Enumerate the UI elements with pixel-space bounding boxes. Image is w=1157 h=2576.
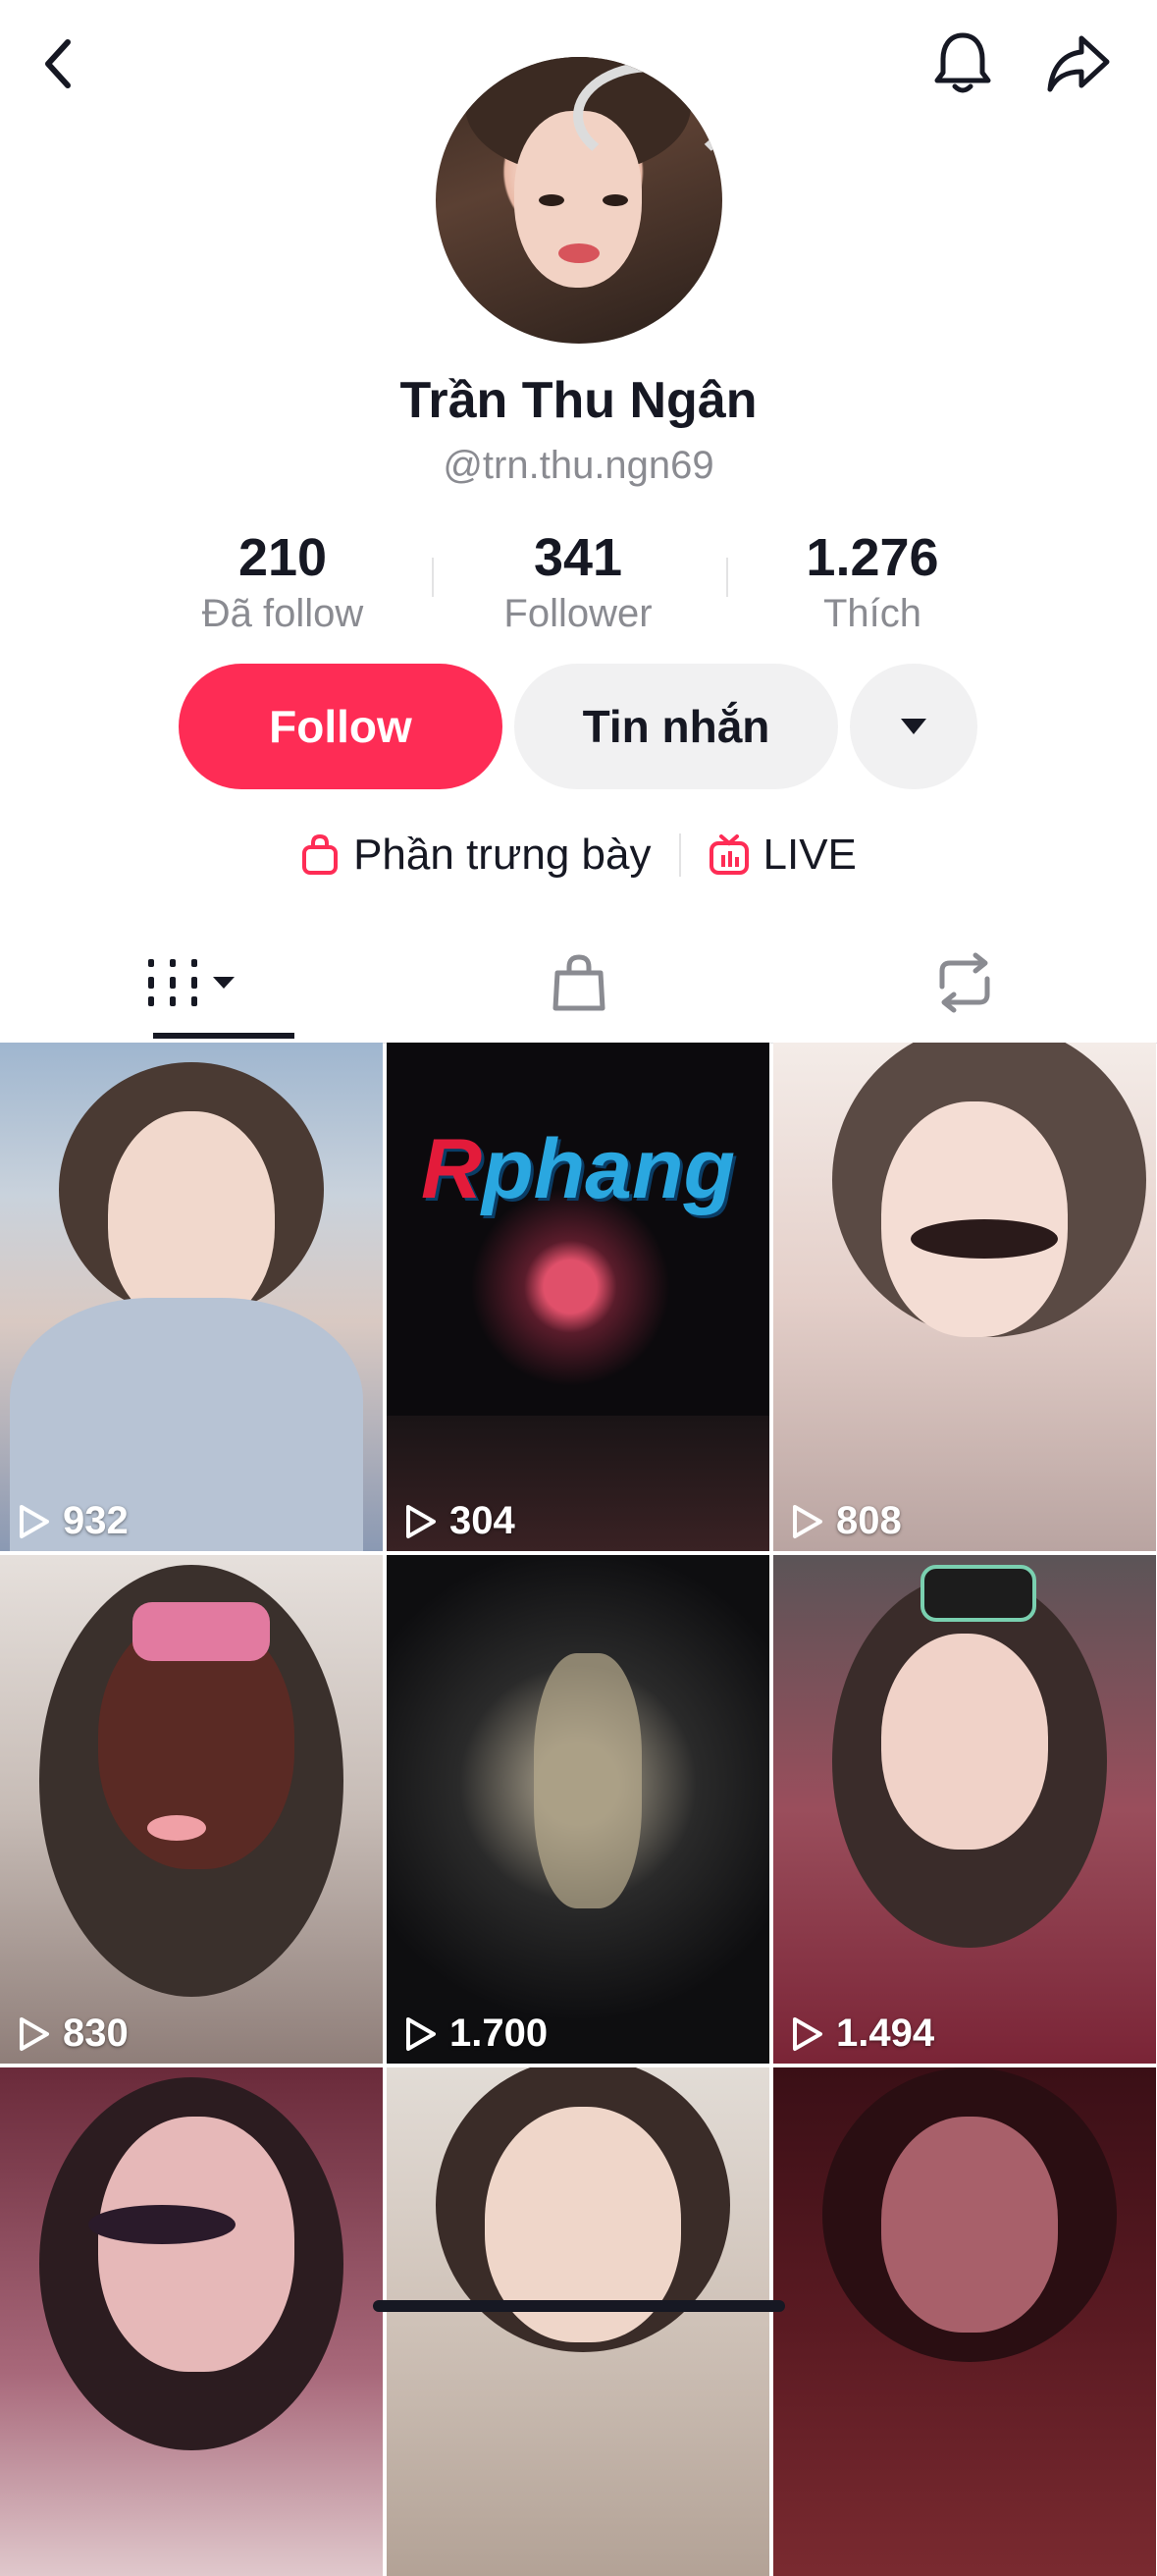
stat-followers[interactable]: 341 Follower	[431, 526, 725, 638]
share-arrow-icon	[1047, 35, 1110, 92]
video-overlay-text: Rphang	[420, 1122, 736, 1216]
play-icon	[406, 2016, 436, 2051]
view-count-text: 932	[63, 1499, 129, 1542]
view-count: 932	[18, 1499, 129, 1543]
view-count: 808	[791, 1499, 902, 1543]
video-thumbnail[interactable]: 1.700	[387, 1555, 769, 2064]
play-icon	[20, 2016, 49, 2051]
view-count: 1.700	[404, 2012, 548, 2056]
view-count-text: 808	[836, 1499, 902, 1542]
chevron-left-icon	[45, 39, 71, 88]
tab-shop[interactable]	[386, 923, 771, 1043]
followers-label: Follower	[503, 592, 653, 635]
stat-following[interactable]: 210 Đã follow	[135, 526, 430, 638]
tab-videos[interactable]	[0, 923, 386, 1043]
video-thumbnail[interactable]: Rphang 304	[387, 1043, 769, 1551]
video-thumbnail[interactable]	[387, 2067, 769, 2576]
video-thumbnail[interactable]: 808	[773, 1043, 1156, 1551]
notification-bell-button[interactable]	[928, 29, 997, 98]
video-thumbnail[interactable]	[773, 2067, 1156, 2576]
play-icon	[793, 1504, 822, 1538]
link-divider	[678, 833, 681, 877]
username: @trn.thu.ngn69	[443, 444, 714, 487]
video-thumbnail[interactable]: 1.494	[773, 1555, 1156, 2064]
showcase-link[interactable]: Phần trưng bày	[300, 831, 652, 880]
message-button[interactable]: Tin nhắn	[514, 664, 838, 789]
bell-icon	[934, 32, 991, 93]
view-count-text: 1.700	[449, 2012, 549, 2055]
view-count-text: 304	[449, 1499, 515, 1542]
play-icon	[793, 2016, 822, 2051]
live-link[interactable]: LIVE	[709, 831, 857, 880]
home-indicator[interactable]	[373, 2300, 785, 2312]
view-count: 830	[18, 2012, 129, 2056]
followers-count: 341	[533, 528, 623, 587]
view-count: 304	[404, 1499, 515, 1543]
view-count-text: 830	[63, 2012, 129, 2055]
live-tv-icon	[709, 834, 749, 875]
more-options-button[interactable]	[850, 664, 977, 789]
view-count: 1.494	[791, 2012, 934, 2056]
live-label: LIVE	[763, 831, 857, 879]
play-icon	[20, 1504, 49, 1538]
active-tab-indicator	[153, 1033, 294, 1039]
share-button[interactable]	[1044, 29, 1113, 98]
following-label: Đã follow	[201, 592, 364, 635]
repost-icon	[939, 952, 989, 1013]
display-name: Trần Thu Ngân	[399, 372, 758, 429]
profile-tabs	[0, 923, 1157, 1044]
play-icon	[406, 1504, 436, 1538]
profile-avatar[interactable]	[436, 57, 722, 344]
video-thumbnail[interactable]: 830	[0, 1555, 383, 2064]
likes-count: 1.276	[806, 528, 939, 587]
shopping-bag-icon	[302, 833, 339, 875]
view-count-text: 1.494	[836, 2012, 935, 2055]
stat-likes[interactable]: 1.276 Thích	[725, 526, 1020, 638]
video-thumbnail[interactable]	[0, 2067, 383, 2576]
back-button[interactable]	[24, 29, 92, 98]
likes-label: Thích	[822, 592, 922, 635]
caret-down-icon	[901, 719, 926, 734]
video-thumbnail[interactable]: 932	[0, 1043, 383, 1551]
tab-reposts[interactable]	[771, 923, 1157, 1043]
showcase-label: Phần trưng bày	[353, 831, 652, 879]
following-count: 210	[237, 528, 328, 587]
shopping-bag-icon	[552, 954, 605, 1011]
follow-button[interactable]: Follow	[179, 664, 502, 789]
grid-videos-icon	[147, 959, 235, 1006]
